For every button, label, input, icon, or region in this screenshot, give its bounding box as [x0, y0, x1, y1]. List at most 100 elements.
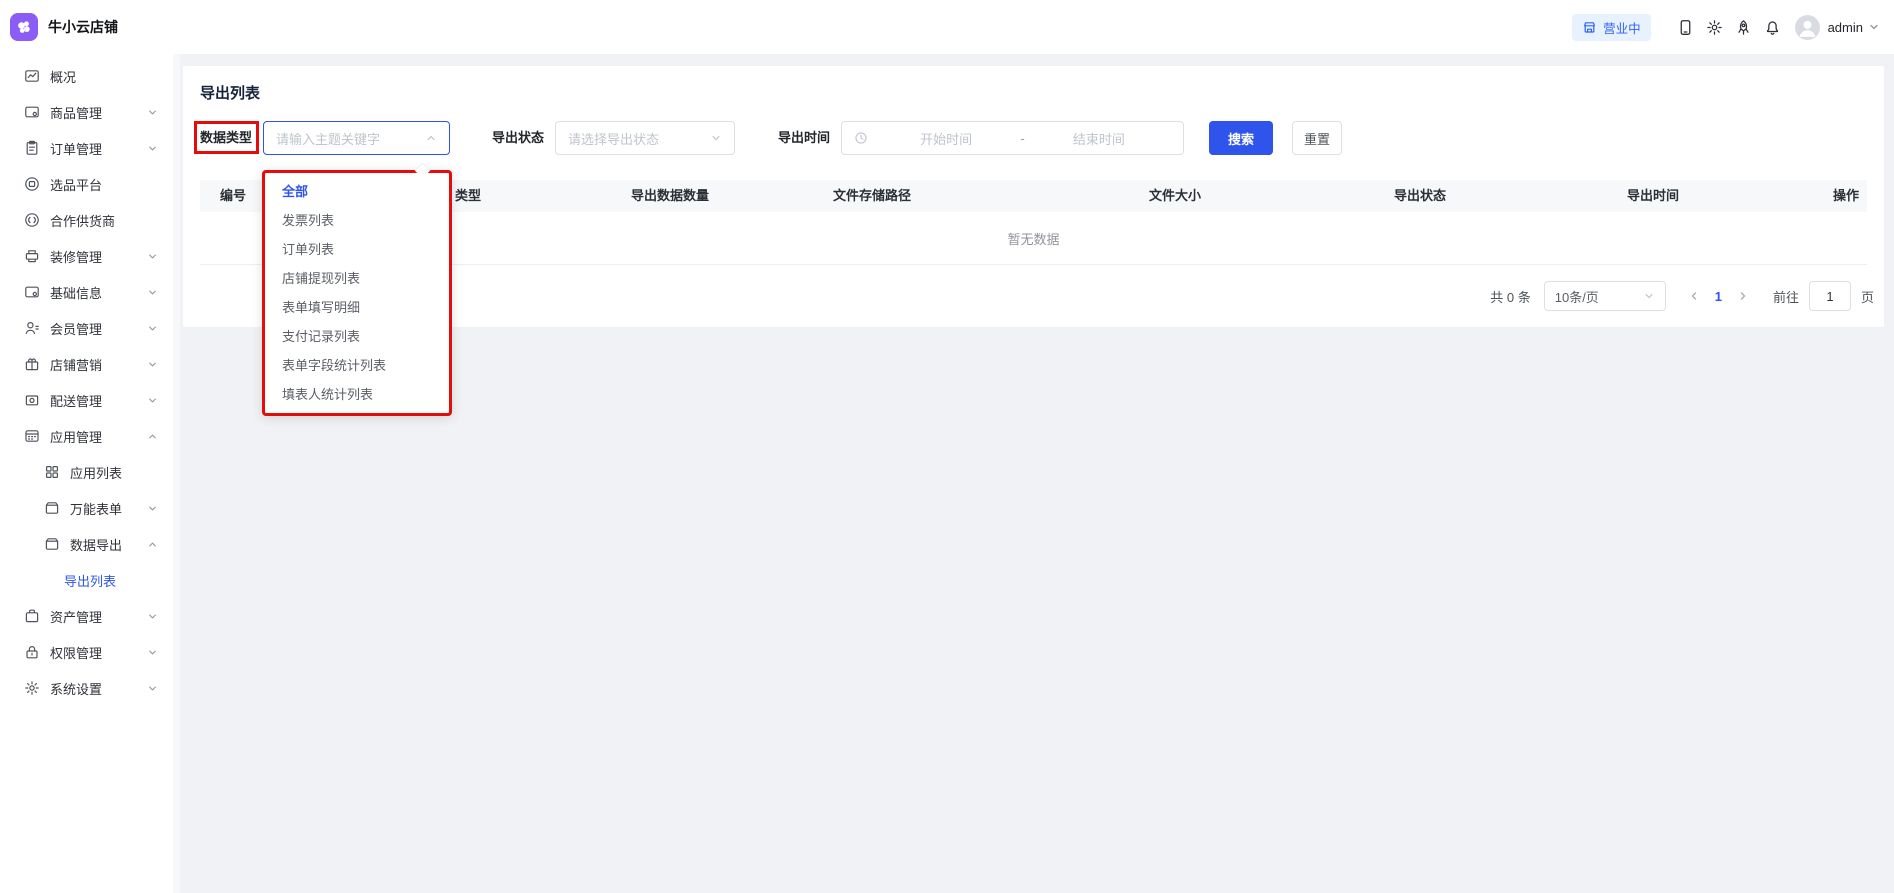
sidebar-item-basic-info[interactable]: 基础信息	[0, 274, 173, 310]
mobile-icon[interactable]	[1677, 19, 1694, 36]
overview-icon	[24, 68, 40, 84]
page-size-select[interactable]: 10条/页	[1544, 281, 1666, 311]
sidebar-item-selection-platform[interactable]: 选品平台	[0, 166, 173, 202]
chevron-up-icon	[147, 431, 158, 442]
sidebar-item-label: 万能表单	[70, 499, 147, 518]
sidebar-item-label: 订单管理	[50, 139, 147, 158]
search-button[interactable]: 搜索	[1209, 121, 1273, 155]
sidebar-item-members[interactable]: 会员管理	[0, 310, 173, 346]
avatar[interactable]	[1795, 15, 1820, 40]
col-header-time: 导出时间	[1627, 180, 1679, 212]
asset-icon	[24, 608, 40, 624]
dropdown-option-respondent-stats[interactable]: 填表人统计列表	[265, 380, 449, 409]
chevron-up-icon	[425, 132, 437, 144]
export-status-select[interactable]: 请选择导出状态	[555, 121, 735, 155]
current-page-button[interactable]: 1	[1706, 289, 1731, 304]
marketing-icon	[24, 356, 40, 372]
sidebar-item-decoration[interactable]: 装修管理	[0, 238, 173, 274]
sidebar-item-label: 应用管理	[50, 427, 147, 446]
reset-button[interactable]: 重置	[1292, 121, 1342, 155]
app-logo	[10, 13, 38, 41]
dropdown-option-form-detail[interactable]: 表单填写明细	[265, 293, 449, 322]
start-time-placeholder: 开始时间	[874, 129, 1018, 148]
status-badge[interactable]: 营业中	[1572, 14, 1651, 41]
scrollbar-track[interactable]	[173, 54, 180, 893]
info-icon	[24, 284, 40, 300]
sidebar-item-marketing[interactable]: 店铺营销	[0, 346, 173, 382]
sidebar-item-universal-form[interactable]: 万能表单	[0, 490, 173, 526]
end-time-placeholder: 结束时间	[1027, 129, 1171, 148]
sidebar-item-label: 数据导出	[70, 535, 147, 554]
chevron-down-icon	[1643, 290, 1655, 302]
sidebar-item-permissions[interactable]: 权限管理	[0, 634, 173, 670]
rocket-icon[interactable]	[1735, 19, 1752, 36]
sidebar-item-delivery[interactable]: 配送管理	[0, 382, 173, 418]
chevron-down-icon	[147, 503, 158, 514]
dropdown-option-invoice-list[interactable]: 发票列表	[265, 206, 449, 235]
range-separator: -	[1018, 131, 1026, 146]
lock-icon	[24, 644, 40, 660]
sidebar-item-label: 装修管理	[50, 247, 147, 266]
sidebar: 概况 商品管理 订单管理 选品平台 合作供货商 装修管理 基础信息	[0, 54, 173, 893]
dropdown-option-all[interactable]: 全部	[265, 177, 449, 206]
goto-label: 前往	[1773, 287, 1799, 306]
gear-icon	[24, 680, 40, 696]
prev-page-button[interactable]	[1682, 290, 1706, 302]
goto-page-input[interactable]	[1809, 281, 1851, 311]
order-icon	[24, 140, 40, 156]
sidebar-item-export-list[interactable]: 导出列表	[0, 562, 173, 598]
sidebar-item-system-settings[interactable]: 系统设置	[0, 670, 173, 706]
page-unit-label: 页	[1861, 287, 1874, 306]
sidebar-item-label: 选品平台	[50, 175, 158, 194]
chevron-down-icon	[147, 323, 158, 334]
top-header: 牛小云店铺 营业中 admin	[0, 0, 1894, 54]
topbar-right: 营业中 admin	[1572, 14, 1880, 41]
sidebar-item-label: 合作供货商	[50, 211, 158, 230]
sidebar-item-goods[interactable]: 商品管理	[0, 94, 173, 130]
sidebar-item-data-export[interactable]: 数据导出	[0, 526, 173, 562]
sidebar-item-label: 会员管理	[50, 319, 147, 338]
sidebar-item-suppliers[interactable]: 合作供货商	[0, 202, 173, 238]
export-icon	[44, 536, 60, 552]
chevron-up-icon	[147, 539, 158, 550]
sidebar-item-assets[interactable]: 资产管理	[0, 598, 173, 634]
empty-text: 暂无数据	[1007, 229, 1059, 248]
total-count: 共 0 条	[1490, 287, 1530, 306]
username[interactable]: admin	[1828, 20, 1863, 35]
sidebar-item-orders[interactable]: 订单管理	[0, 130, 173, 166]
data-type-select[interactable]: 请输入主题关键字	[263, 121, 450, 155]
app-icon	[24, 428, 40, 444]
sidebar-item-app-list[interactable]: 应用列表	[0, 454, 173, 490]
col-header-actions: 操作	[1833, 180, 1859, 212]
app-list-icon	[44, 464, 60, 480]
col-header-status: 导出状态	[1394, 180, 1446, 212]
platform-icon	[24, 176, 40, 192]
brand: 牛小云店铺	[10, 13, 118, 41]
sidebar-item-overview[interactable]: 概况	[0, 58, 173, 94]
col-header-type: 类型	[455, 180, 481, 212]
form-icon	[44, 500, 60, 516]
bell-icon[interactable]	[1764, 19, 1781, 36]
dropdown-option-payment-records[interactable]: 支付记录列表	[265, 322, 449, 351]
next-page-button[interactable]	[1731, 290, 1755, 302]
dropdown-option-form-field-stats[interactable]: 表单字段统计列表	[265, 351, 449, 380]
sidebar-item-app-management[interactable]: 应用管理	[0, 418, 173, 454]
export-status-label: 导出状态	[492, 121, 544, 155]
chevron-down-icon	[147, 683, 158, 694]
data-type-placeholder: 请输入主题关键字	[276, 129, 380, 148]
page-size-value: 10条/页	[1555, 287, 1599, 306]
dropdown-option-withdrawal-list[interactable]: 店铺提现列表	[265, 264, 449, 293]
store-icon	[1582, 20, 1597, 35]
chevron-down-icon	[710, 132, 722, 144]
chevron-down-icon	[147, 611, 158, 622]
col-header-size: 文件大小	[1149, 180, 1201, 212]
export-time-range-picker[interactable]: 开始时间 - 结束时间	[841, 121, 1184, 155]
member-icon	[24, 320, 40, 336]
dropdown-option-order-list[interactable]: 订单列表	[265, 235, 449, 264]
chevron-down-icon[interactable]	[1868, 21, 1880, 33]
status-badge-label: 营业中	[1603, 18, 1641, 37]
sidebar-item-label: 资产管理	[50, 607, 147, 626]
settings-gear-icon[interactable]	[1706, 19, 1723, 36]
chevron-down-icon	[147, 251, 158, 262]
chevron-down-icon	[147, 395, 158, 406]
